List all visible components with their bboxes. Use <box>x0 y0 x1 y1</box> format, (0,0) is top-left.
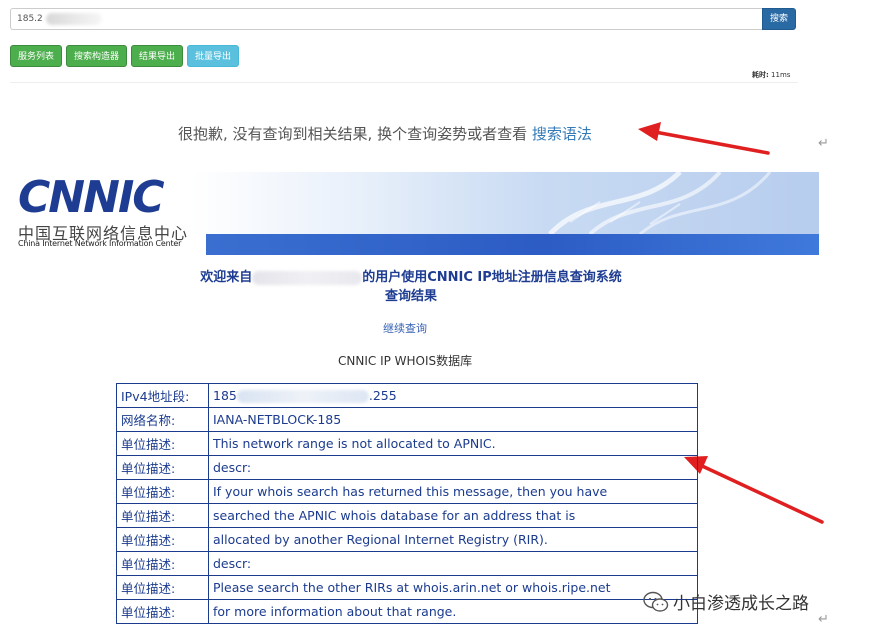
row-value: If your whois search has returned this m… <box>208 479 698 504</box>
table-row: 单位描述: searched the APNIC whois database … <box>116 503 698 528</box>
row-key: 单位描述: <box>116 479 209 504</box>
redacted-location-mask <box>252 270 363 285</box>
row-key: 单位描述: <box>116 599 209 624</box>
watermark: 小白渗透成长之路 <box>643 589 809 614</box>
whois-table: IPv4地址段: 185 .255 网络名称: IANA-NETBLOCK-185… <box>116 383 698 624</box>
table-row: IPv4地址段: 185 .255 <box>116 383 698 408</box>
ip-prefix: 185 <box>213 388 237 403</box>
welcome-line2: 查询结果 <box>384 289 437 304</box>
watermark-text: 小白渗透成长之路 <box>673 594 809 614</box>
row-key: 单位描述: <box>116 575 209 600</box>
table-row: 单位描述: allocated by another Regional Inte… <box>116 527 698 552</box>
row-value: Please search the other RIRs at whois.ar… <box>208 575 698 600</box>
row-value: 185 .255 <box>208 383 698 408</box>
cnnic-logo: CNNIC <box>18 172 165 223</box>
database-title: CNNIC IP WHOIS数据库 <box>338 354 473 368</box>
redacted-ip-mask <box>236 390 369 403</box>
welcome-suffix: 的用户使用CNNIC IP地址注册信息查询系统 <box>362 270 622 285</box>
table-row: 单位描述: descr: <box>116 455 698 480</box>
cnnic-logo-en: China Internet Network Information Cente… <box>18 239 182 248</box>
table-row: 单位描述: for more information about that ra… <box>116 599 698 624</box>
red-arrow-top <box>638 122 770 155</box>
welcome-prefix: 欢迎来自 <box>200 270 253 285</box>
row-value: allocated by another Regional Internet R… <box>208 527 698 552</box>
table-row: 单位描述: This network range is not allocate… <box>116 431 698 456</box>
return-symbol-icon: ↵ <box>818 612 829 627</box>
table-row: 单位描述: If your whois search has returned … <box>116 479 698 504</box>
table-row: 单位描述: Please search the other RIRs at wh… <box>116 575 698 600</box>
row-value: This network range is not allocated to A… <box>208 431 698 456</box>
welcome-heading: 欢迎来自 的用户使用CNNIC IP地址注册信息查询系统 查询结果 <box>176 268 646 306</box>
red-arrow-bottom <box>684 456 824 524</box>
row-value: descr: <box>208 551 698 576</box>
row-value: searched the APNIC whois database for an… <box>208 503 698 528</box>
banner-strip <box>206 234 819 255</box>
continue-query-link[interactable]: 继续查询 <box>383 320 427 336</box>
row-value: descr: <box>208 455 698 480</box>
table-row: 单位描述: descr: <box>116 551 698 576</box>
cnnic-banner: CNNIC 中国互联网络信息中心 China Internet Network … <box>10 172 819 255</box>
row-key: 单位描述: <box>116 503 209 528</box>
row-key: 网络名称: <box>116 407 209 432</box>
row-key: 单位描述: <box>116 455 209 480</box>
row-key: 单位描述: <box>116 527 209 552</box>
dna-graphic-icon <box>548 172 772 234</box>
row-value: for more information about that range. <box>208 599 698 624</box>
row-key: IPv4地址段: <box>116 383 209 408</box>
table-row: 网络名称: IANA-NETBLOCK-185 <box>116 407 698 432</box>
row-value: IANA-NETBLOCK-185 <box>208 407 698 432</box>
ip-suffix: .255 <box>368 388 397 403</box>
wechat-icon <box>643 591 669 612</box>
row-key: 单位描述: <box>116 551 209 576</box>
row-key: 单位描述: <box>116 431 209 456</box>
